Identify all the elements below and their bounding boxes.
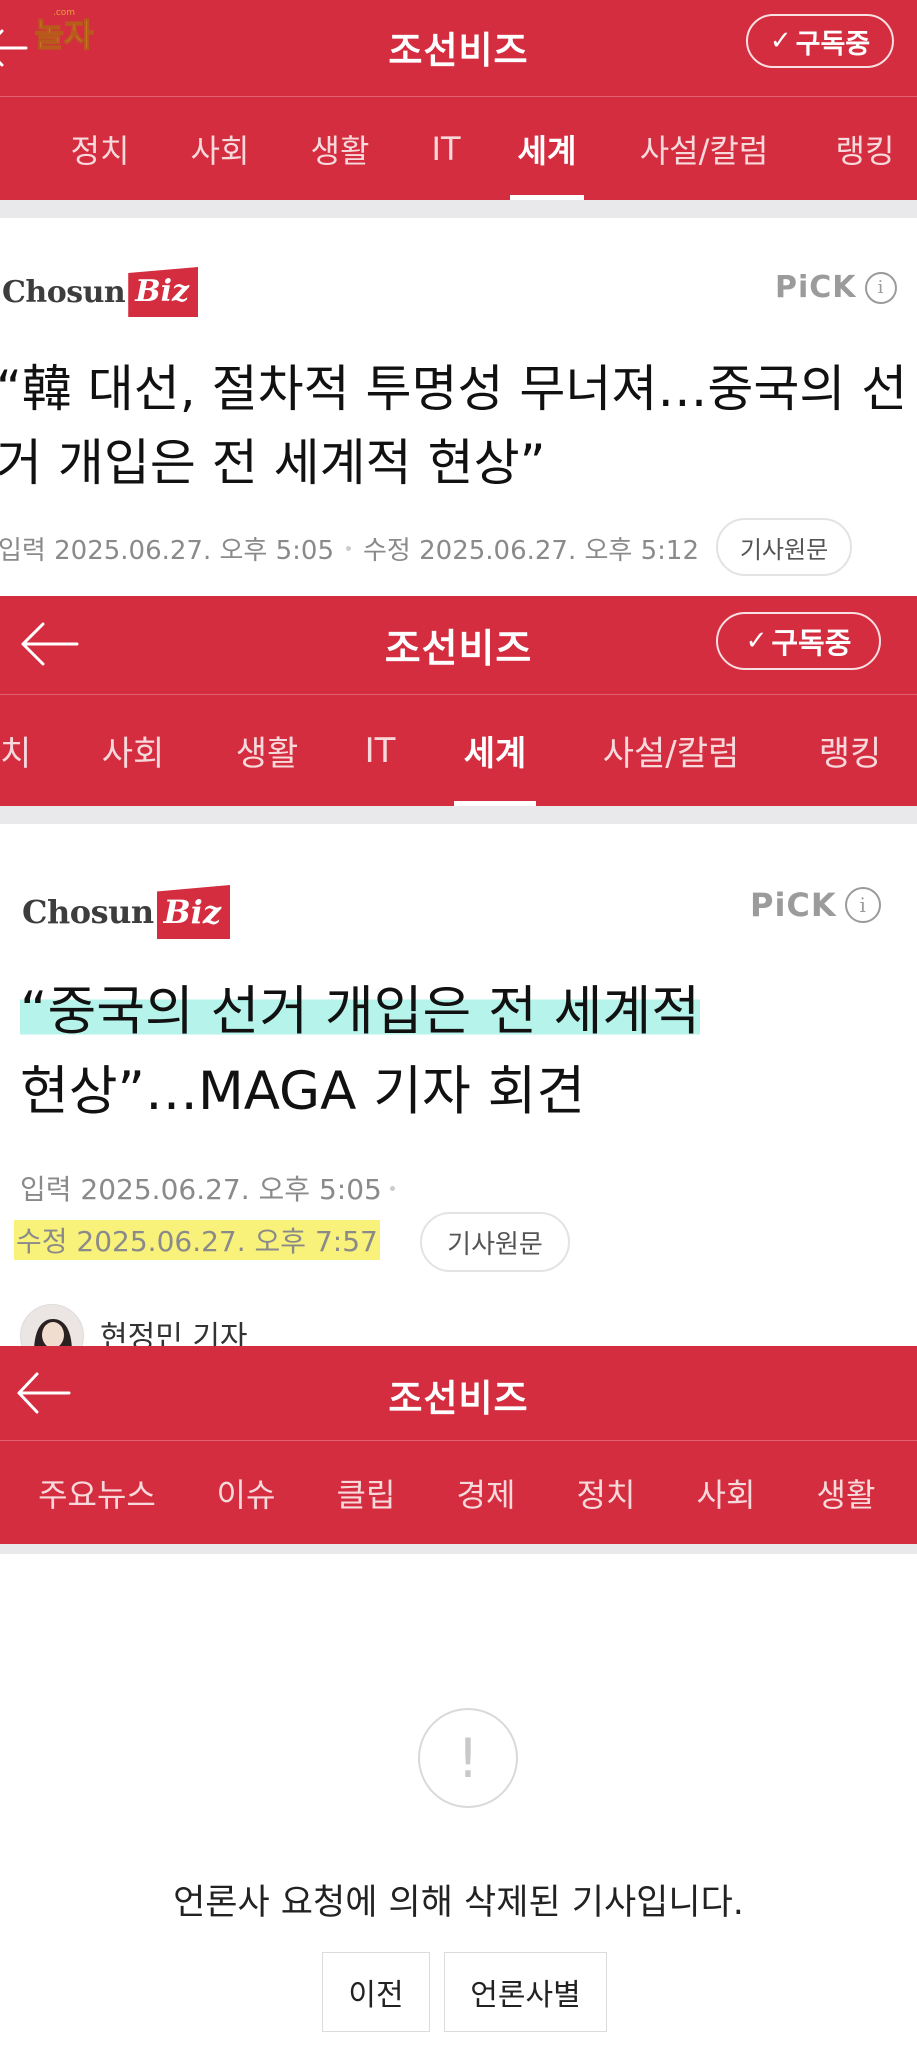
nav-item-society[interactable]: 사회	[180, 97, 260, 200]
nav-item-politics[interactable]: 정치	[60, 97, 140, 200]
modified-date: 수정 2025.06.27. 오후 5:12	[363, 535, 699, 566]
check-icon: ✓	[745, 626, 768, 656]
article-modified-meta: 수정 2025.06.27. 오후 7:57	[14, 1220, 380, 1260]
nav-item-society[interactable]: 사회	[90, 695, 176, 806]
nav-item-main-news[interactable]: 주요뉴스	[30, 1441, 164, 1544]
logo-biz-text: Biz	[128, 267, 199, 317]
app-title: 조선비즈	[388, 1377, 529, 1420]
nav-item-world[interactable]: 세계	[510, 97, 584, 200]
nav-item-life[interactable]: 생활	[806, 1441, 886, 1544]
subscribe-button[interactable]: ✓ 구독중	[746, 14, 894, 68]
nav-item-it[interactable]: IT	[350, 695, 410, 806]
nav-item-politics-partial[interactable]: 정치	[0, 695, 40, 806]
category-nav: 세계 정치 사회 생활 IT 세계 사설/칼럼 랭킹	[0, 96, 917, 200]
reporter-avatar	[20, 1304, 84, 1346]
deleted-article-message: 언론사 요청에 의해 삭제된 기사입니다.	[173, 1883, 744, 1923]
chosunbiz-logo: Chosun Biz	[22, 882, 230, 942]
nav-item-opinion[interactable]: 사설/칼럼	[630, 97, 778, 200]
category-nav: 주요뉴스 이슈 클립 경제 정치 사회 생활	[0, 1440, 917, 1544]
nav-item-society[interactable]: 사회	[686, 1441, 766, 1544]
nav-item-politics[interactable]: 정치	[566, 1441, 646, 1544]
pick-badge: PiCK i	[775, 270, 897, 305]
nav-item-life[interactable]: 생활	[300, 97, 380, 200]
alert-icon: !	[418, 1708, 518, 1808]
original-article-button[interactable]: 기사원문	[716, 518, 852, 576]
nav-item-economy[interactable]: 경제	[446, 1441, 526, 1544]
nav-item-clip[interactable]: 클립	[326, 1441, 406, 1544]
article-headline: “중국의 선거 개입은 전 세계적 현상”…MAGA 기자 회견	[20, 972, 900, 1132]
divider	[0, 1544, 917, 1554]
meta-separator	[389, 1185, 395, 1191]
screenshot-panel-3: 조선비즈 주요뉴스 이슈 클립 경제 정치 사회 생활 ! 언론사 요청에 의해…	[0, 1346, 917, 2048]
category-nav: 정치 사회 생활 IT 세계 사설/칼럼 랭킹	[0, 694, 917, 806]
meta-separator	[346, 545, 351, 551]
input-date: 입력 2025.06.27. 오후 5:05	[20, 1173, 382, 1206]
headline-line-1: “중국의 선거 개입은 전 세계적	[20, 981, 700, 1042]
nav-item-ranking[interactable]: 랭킹	[820, 97, 910, 200]
logo-chosun-text: Chosun	[2, 274, 126, 310]
screenshot-panel-1: 조선비즈 ✓ 구독중 세계 정치 사회 생활 IT 세계 사설/칼럼 랭킹 Ch…	[0, 0, 917, 596]
nav-item-life[interactable]: 생활	[222, 695, 312, 806]
nav-item-opinion[interactable]: 사설/칼럼	[588, 695, 754, 806]
nav-item-ranking[interactable]: 랭킹	[800, 695, 900, 806]
check-icon: ✓	[769, 26, 792, 56]
modified-date: 수정 2025.06.27. 오후 7:57	[14, 1220, 380, 1260]
pick-badge: PiCK i	[750, 886, 881, 924]
divider	[0, 200, 917, 218]
article-meta: 입력 2025.06.27. 오후 5:05 수정 2025.06.27. 오후…	[0, 528, 699, 568]
nav-item-partial[interactable]: 세계	[0, 97, 14, 200]
info-icon[interactable]: i	[864, 271, 897, 304]
app-header: 조선비즈	[0, 1346, 917, 1440]
nav-item-it[interactable]: IT	[416, 97, 476, 200]
article-input-meta: 입력 2025.06.27. 오후 5:05	[20, 1168, 407, 1208]
article-headline: “韓 대선, 절차적 투명성 무너져…중국의 선거 개입은 전 세계적 현상”	[0, 360, 908, 492]
screenshot-panel-2: 조선비즈 ✓ 구독중 정치 사회 생활 IT 세계 사설/칼럼 랭킹 Chosu…	[0, 596, 917, 1346]
headline-line-2: 현상”…MAGA 기자 회견	[20, 1061, 586, 1122]
subscribe-label: 구독중	[771, 626, 852, 660]
app-header: 조선비즈 ✓ 구독중	[0, 0, 917, 96]
logo-biz-text: Biz	[156, 885, 230, 939]
info-icon[interactable]: i	[844, 887, 881, 923]
pick-label: PiCK	[750, 886, 837, 924]
site-watermark-logo: .com 놀자	[34, 8, 95, 52]
nav-item-world[interactable]: 세계	[454, 695, 536, 806]
app-header: 조선비즈 ✓ 구독중	[0, 596, 917, 694]
logo-chosun-text: Chosun	[22, 893, 154, 931]
nav-item-issue[interactable]: 이슈	[206, 1441, 286, 1544]
svg-text:놀자: 놀자	[35, 16, 94, 52]
pick-label: PiCK	[775, 270, 857, 305]
divider	[0, 806, 917, 824]
prev-button[interactable]: 이전	[322, 1952, 430, 2032]
reporter-name[interactable]: 현정민 기자	[100, 1312, 248, 1346]
by-press-button[interactable]: 언론사별	[444, 1952, 607, 2032]
original-article-button[interactable]: 기사원문	[420, 1212, 570, 1272]
subscribe-button[interactable]: ✓ 구독중	[716, 612, 881, 670]
person-photo-icon	[21, 1305, 83, 1346]
subscribe-label: 구독중	[795, 28, 871, 60]
chosunbiz-logo: Chosun Biz	[2, 264, 199, 320]
input-date: 입력 2025.06.27. 오후 5:05	[0, 535, 334, 566]
